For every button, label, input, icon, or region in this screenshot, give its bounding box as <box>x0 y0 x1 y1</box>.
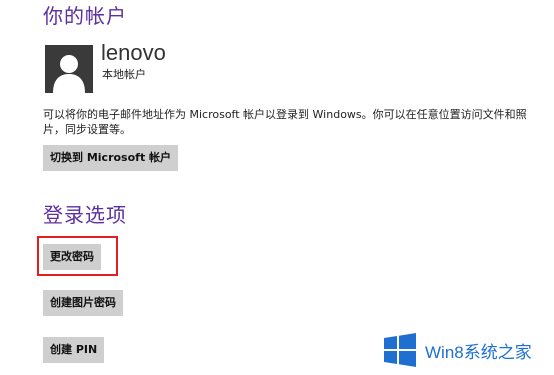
watermark-text: Win8系统之家 <box>425 342 532 362</box>
create-pin-button[interactable]: 创建 PIN <box>43 337 105 363</box>
avatar <box>45 45 93 93</box>
account-type-label: 本地帐户 <box>102 68 146 81</box>
watermark: Win8系统之家 <box>383 331 532 369</box>
create-picture-password-button[interactable]: 创建图片密码 <box>43 290 123 316</box>
signin-options-title: 登录选项 <box>43 203 127 227</box>
switch-to-microsoft-account-button[interactable]: 切换到 Microsoft 帐户 <box>43 145 179 171</box>
user-silhouette-icon <box>45 45 93 93</box>
account-description: 可以将你的电子邮件地址作为 Microsoft 帐户以登录到 Windows。你… <box>43 108 527 136</box>
windows-logo-icon <box>384 333 416 367</box>
highlight-box <box>37 236 118 276</box>
account-section-title: 你的帐户 <box>43 4 127 28</box>
user-name: lenovo <box>101 40 166 65</box>
